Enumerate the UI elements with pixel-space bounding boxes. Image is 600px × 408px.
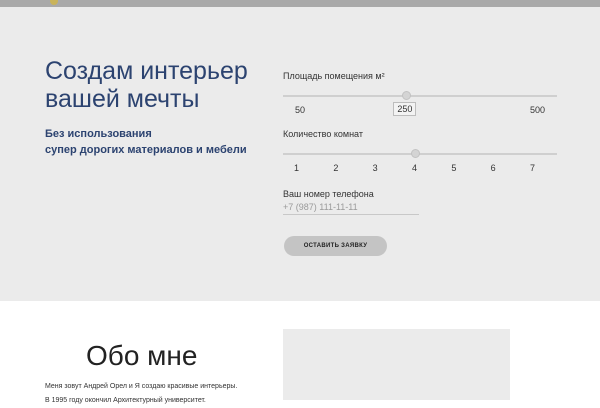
area-slider-thumb[interactable]	[402, 91, 412, 100]
about-text: Меня зовут Андрей Орел и Я создаю красив…	[45, 380, 265, 408]
about-title: Обо мне	[86, 340, 198, 371]
rooms-label: Количество комнат	[283, 129, 363, 139]
phone-label: Ваш номер телефона	[283, 189, 374, 199]
rooms-tick-label[interactable]: 4	[412, 163, 417, 173]
submit-request-button[interactable]: ОСТАВИТЬ ЗАЯВКУ	[284, 236, 387, 256]
about-text-line: Меня зовут Андрей Орел и Я создаю красив…	[45, 383, 238, 390]
hero-subtitle-line: супер дорогих материалов и мебели	[45, 144, 247, 156]
logo-icon[interactable]	[50, 0, 58, 5]
about-photo	[283, 329, 510, 400]
rooms-tick-label[interactable]: 1	[294, 163, 299, 173]
phone-input[interactable]	[283, 200, 419, 215]
area-value-display: 250	[393, 102, 417, 116]
area-min-label: 50	[295, 105, 306, 115]
about-text-line: В 1995 году окончил Архитектурный универ…	[45, 397, 206, 404]
hero-headline: Создам интерьер вашей мечты	[45, 57, 248, 113]
area-max-label: 500	[530, 105, 546, 115]
rooms-tick-label[interactable]: 6	[491, 163, 496, 173]
rooms-tick-label[interactable]: 7	[530, 163, 535, 173]
hero-subtitle-line: Без использования	[45, 128, 152, 140]
request-form: Площадь помещения м² 50 250 500 Количест…	[283, 0, 563, 294]
rooms-slider-track[interactable]	[283, 153, 557, 155]
area-label: Площадь помещения м²	[283, 71, 385, 81]
area-slider-track[interactable]	[283, 95, 557, 97]
rooms-slider-thumb[interactable]	[411, 149, 420, 158]
hero-subtitle: Без использования супер дорогих материал…	[45, 126, 275, 158]
rooms-tick-label[interactable]: 2	[333, 163, 338, 173]
rooms-tick-label[interactable]: 5	[451, 163, 456, 173]
rooms-tick-label[interactable]: 3	[373, 163, 378, 173]
